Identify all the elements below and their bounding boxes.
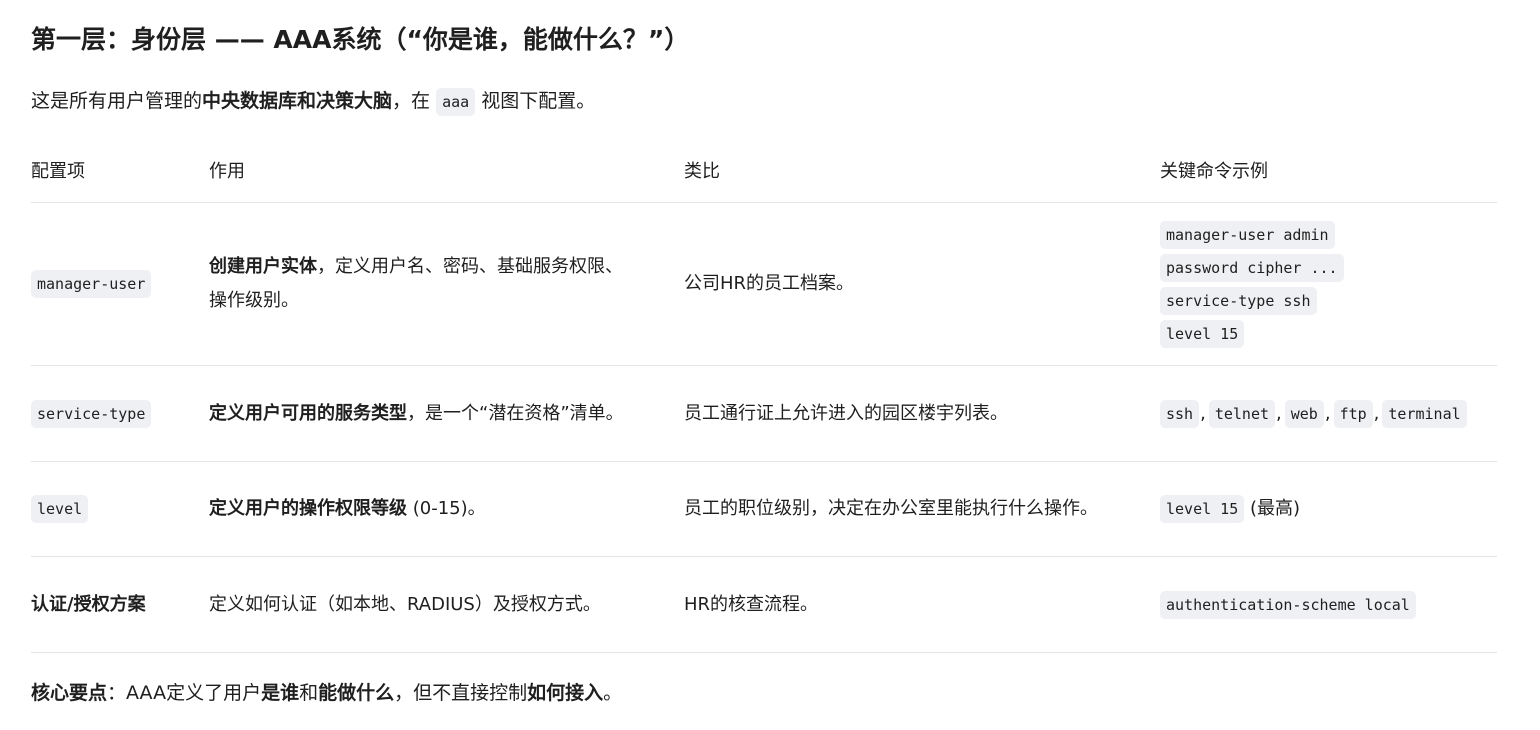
- header-config-item: 配置项: [31, 142, 209, 203]
- command-code: password cipher ...: [1160, 254, 1344, 282]
- header-analogy: 类比: [684, 142, 1160, 203]
- command-code: authentication-scheme local: [1160, 590, 1416, 619]
- item-code: manager-user: [31, 270, 152, 298]
- cell-item: service-type: [31, 365, 209, 462]
- role-bold: 定义用户可用的服务类型: [209, 402, 407, 424]
- command-code: manager-user admin: [1160, 221, 1335, 249]
- summary-bold-what: 能做什么: [318, 682, 395, 704]
- table-row: level 定义用户的操作权限等级 (0-15)。 员工的职位级别，决定在办公室…: [31, 461, 1497, 557]
- role-bold: 创建用户实体: [209, 256, 317, 277]
- cell-item: 认证/授权方案: [31, 556, 209, 653]
- summary-bold-how: 如何接入: [527, 682, 604, 704]
- cell-item: level: [31, 461, 209, 557]
- table-row: manager-user 创建用户实体，定义用户名、密码、基础服务权限、操作级别…: [31, 202, 1497, 366]
- summary-label: 核心要点: [31, 682, 108, 704]
- intro-text-mid: ，在: [392, 90, 437, 112]
- intro-code-aaa: aaa: [436, 88, 476, 116]
- table-row: 认证/授权方案 定义如何认证（如本地、RADIUS）及授权方式。 HR的核查流程…: [31, 556, 1497, 653]
- item-code: service-type: [31, 399, 152, 428]
- cell-role: 定义如何认证（如本地、RADIUS）及授权方式。: [209, 556, 684, 653]
- comma-separator: ,: [1373, 402, 1380, 424]
- cell-commands: ssh, telnet, web, ftp, terminal: [1160, 365, 1497, 462]
- cell-analogy: 公司HR的员工档案。: [684, 202, 1160, 366]
- item-label: 认证/授权方案: [31, 593, 146, 615]
- command-code: web: [1284, 399, 1324, 428]
- item-code: level: [31, 495, 89, 523]
- comma-separator: ,: [1324, 402, 1331, 424]
- comma-separator: ,: [1276, 402, 1282, 424]
- role-text: ，是一个“潜在资格”清单。: [407, 402, 624, 424]
- cell-analogy: 员工的职位级别，决定在办公室里能执行什么操作。: [684, 461, 1160, 557]
- command-code: level 15: [1160, 495, 1245, 523]
- summary-text: ，但不直接控制: [394, 682, 528, 704]
- cell-item: manager-user: [31, 202, 209, 366]
- comma-separator: ,: [1200, 402, 1206, 424]
- summary-text: 和: [299, 682, 319, 704]
- command-note: (最高): [1244, 498, 1301, 519]
- cell-commands: authentication-scheme local: [1160, 556, 1497, 653]
- page: 第一层：身份层 —— AAA系统（“你是谁，能做什么？”） 这是所有用户管理的中…: [0, 0, 1540, 730]
- table-row: service-type 定义用户可用的服务类型，是一个“潜在资格”清单。 员工…: [31, 365, 1497, 462]
- command-code: terminal: [1382, 399, 1467, 428]
- intro-paragraph: 这是所有用户管理的中央数据库和决策大脑，在 aaa 视图下配置。: [31, 84, 595, 118]
- cell-role: 定义用户的操作权限等级 (0-15)。: [209, 461, 684, 557]
- cell-role: 定义用户可用的服务类型，是一个“潜在资格”清单。: [209, 365, 684, 462]
- summary-text: 。: [603, 682, 623, 704]
- summary-paragraph: 核心要点：AAA定义了用户是谁和能做什么，但不直接控制如何接入。: [31, 676, 622, 710]
- command-code: telnet: [1208, 399, 1276, 428]
- header-role: 作用: [209, 142, 684, 203]
- summary-text: ：AAA定义了用户: [107, 682, 262, 704]
- command-code: ssh: [1160, 399, 1200, 428]
- header-key-commands: 关键命令示例: [1160, 142, 1497, 203]
- intro-text-pre: 这是所有用户管理的: [31, 90, 203, 112]
- config-table: 配置项 作用 类比 关键命令示例 manager-user 创建用户实体，定义用…: [31, 142, 1497, 653]
- cell-analogy: 员工通行证上允许进入的园区楼宇列表。: [684, 365, 1160, 462]
- cell-commands: level 15 (最高): [1160, 461, 1497, 557]
- command-code: ftp: [1333, 399, 1373, 428]
- page-title: 第一层：身份层 —— AAA系统（“你是谁，能做什么？”）: [31, 25, 690, 54]
- intro-text-bold: 中央数据库和决策大脑: [202, 90, 393, 112]
- cell-commands: manager-user admin password cipher ... s…: [1160, 202, 1497, 366]
- command-code: level 15: [1160, 320, 1245, 348]
- summary-bold-who: 是谁: [261, 682, 300, 704]
- role-bold: 定义用户的操作权限等级: [209, 498, 407, 519]
- role-text: (0-15)。: [407, 498, 486, 519]
- command-code: service-type ssh: [1160, 287, 1317, 315]
- table-header-row: 配置项 作用 类比 关键命令示例: [31, 142, 1497, 203]
- cell-analogy: HR的核查流程。: [684, 556, 1160, 653]
- cell-role: 创建用户实体，定义用户名、密码、基础服务权限、操作级别。: [209, 202, 684, 366]
- intro-text-post: 视图下配置。: [475, 90, 596, 112]
